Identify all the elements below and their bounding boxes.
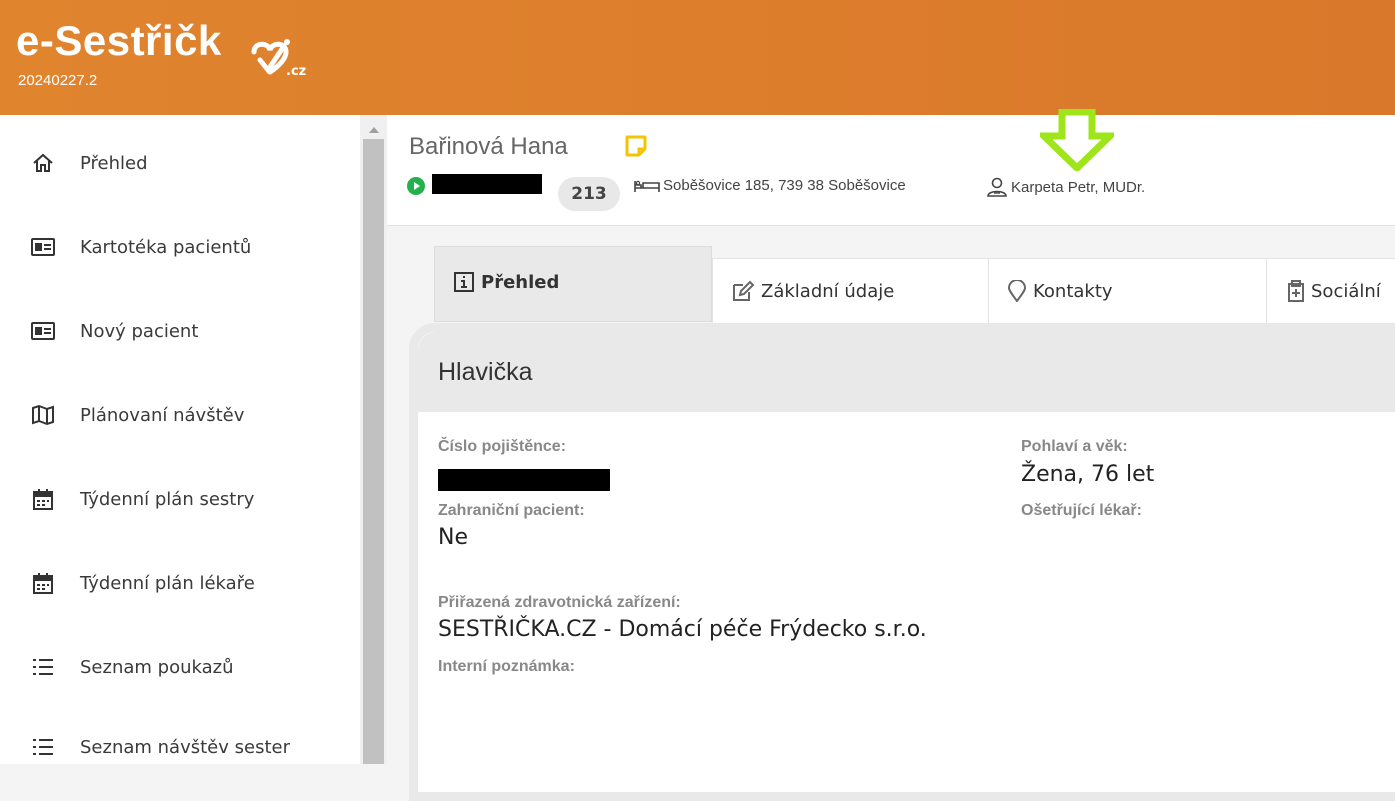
app-header: e-Sestřičk .cz 20240227.2 [0, 0, 1395, 115]
gender-age-value: Žena, 76 let [1021, 462, 1155, 487]
facilities-label: Přiřazená zdravotnická zařízení: [438, 594, 681, 611]
tab-label: Přehled [481, 272, 560, 293]
status-play-icon [407, 177, 425, 195]
scroll-up-icon[interactable] [369, 127, 379, 133]
id-card-icon [30, 234, 56, 260]
sidebar-item-label: Seznam poukazů [80, 656, 234, 678]
calendar-icon [30, 570, 56, 596]
logo-tld: .cz [286, 64, 307, 79]
treating-doctor-label: Ošetřující lékař: [1021, 502, 1142, 519]
patient-address-text: Soběšovice 185, 739 38 Soběšovice [663, 177, 906, 194]
calendar-icon [30, 486, 56, 512]
tab-label: Kontakty [1033, 280, 1113, 302]
sidebar: Přehled Kartotéka pacientů Nový pacient … [0, 115, 360, 764]
card-header: Hlavička [418, 332, 1395, 412]
annotation-arrow-icon [1040, 109, 1114, 171]
app-version: 20240227.2 [18, 72, 98, 89]
edit-icon [733, 280, 755, 301]
patient-address: Soběšovice 185, 739 38 Soběšovice [634, 177, 906, 194]
patient-header: Bařinová Hana 213 Soběšovice 185, 739 38… [387, 109, 1395, 226]
tab-kontakty[interactable]: Kontakty [988, 258, 1268, 324]
tab-label: Základní údaje [761, 280, 895, 302]
list-icon [30, 654, 56, 680]
sidebar-item-novy-pacient[interactable]: Nový pacient [0, 311, 360, 351]
room-badge: 213 [558, 177, 620, 211]
sidebar-item-plan-lekare[interactable]: Týdenní plán lékaře [0, 563, 360, 603]
patient-doctor: Karpeta Petr, MUDr. [986, 177, 1145, 197]
sidebar-item-label: Týdenní plán sestry [80, 488, 255, 510]
redacted-insurance-number [438, 469, 610, 491]
doctor-icon [987, 177, 1007, 197]
card-title: Hlavička [438, 358, 533, 386]
sidebar-item-kartoteka[interactable]: Kartotéka pacientů [0, 227, 360, 267]
tab-label: Sociální [1311, 280, 1381, 302]
location-pin-icon [1007, 280, 1027, 302]
internal-note-label: Interní poznámka: [438, 658, 575, 675]
foreign-patient-value: Ne [438, 525, 468, 550]
sidebar-item-planovani[interactable]: Plánovaní návštěv [0, 395, 360, 435]
main-content: Bařinová Hana 213 Soběšovice 185, 739 38… [387, 109, 1395, 801]
foreign-patient-label: Zahraniční pacient: [438, 502, 585, 519]
patient-name: Bařinová Hana [409, 133, 568, 160]
tab-prehled[interactable]: Přehled [434, 246, 712, 322]
info-icon [454, 272, 474, 292]
redacted-id [432, 174, 542, 194]
patient-doctor-text: Karpeta Petr, MUDr. [1011, 178, 1146, 196]
sidebar-scrollbar[interactable] [360, 115, 387, 764]
logo-text: e-Sestřičk [16, 17, 222, 64]
header-card: Hlavička Číslo pojištěnce: Zahraniční pa… [409, 323, 1395, 801]
sidebar-item-poukazy[interactable]: Seznam poukazů [0, 647, 360, 687]
sidebar-item-label: Přehled [80, 152, 148, 174]
sidebar-item-label: Nový pacient [80, 320, 199, 342]
bed-icon [634, 180, 660, 192]
sidebar-item-label: Kartotéka pacientů [80, 236, 252, 258]
sidebar-item-label: Týdenní plán lékaře [80, 572, 255, 594]
sidebar-item-label: Seznam návštěv sester [80, 736, 290, 758]
sidebar-item-prehled[interactable]: Přehled [0, 143, 360, 183]
tab-zakladni-udaje[interactable]: Základní údaje [712, 258, 990, 324]
sidebar-item-label: Plánovaní návštěv [80, 404, 245, 426]
scroll-thumb[interactable] [363, 139, 384, 764]
clipboard-icon [1288, 280, 1304, 302]
insurance-number-label: Číslo pojištěnce: [438, 438, 567, 455]
app-logo[interactable]: e-Sestřičk .cz 20240227.2 [16, 17, 306, 90]
map-icon [30, 402, 56, 428]
gender-age-label: Pohlaví a věk: [1021, 438, 1128, 455]
sidebar-item-navstevy-sester[interactable]: Seznam návštěv sester [0, 727, 360, 767]
facilities-value: SESTŘIČKA.CZ - Domácí péče Frýdecko s.r.… [438, 617, 927, 642]
tab-socialni[interactable]: Sociální [1266, 258, 1395, 324]
id-card-icon [30, 318, 56, 344]
list-icon [30, 734, 56, 760]
sticky-note-icon[interactable] [625, 135, 647, 157]
sidebar-item-plan-sestry[interactable]: Týdenní plán sestry [0, 479, 360, 519]
logo-heart-icon [251, 39, 290, 75]
home-icon [30, 150, 56, 176]
